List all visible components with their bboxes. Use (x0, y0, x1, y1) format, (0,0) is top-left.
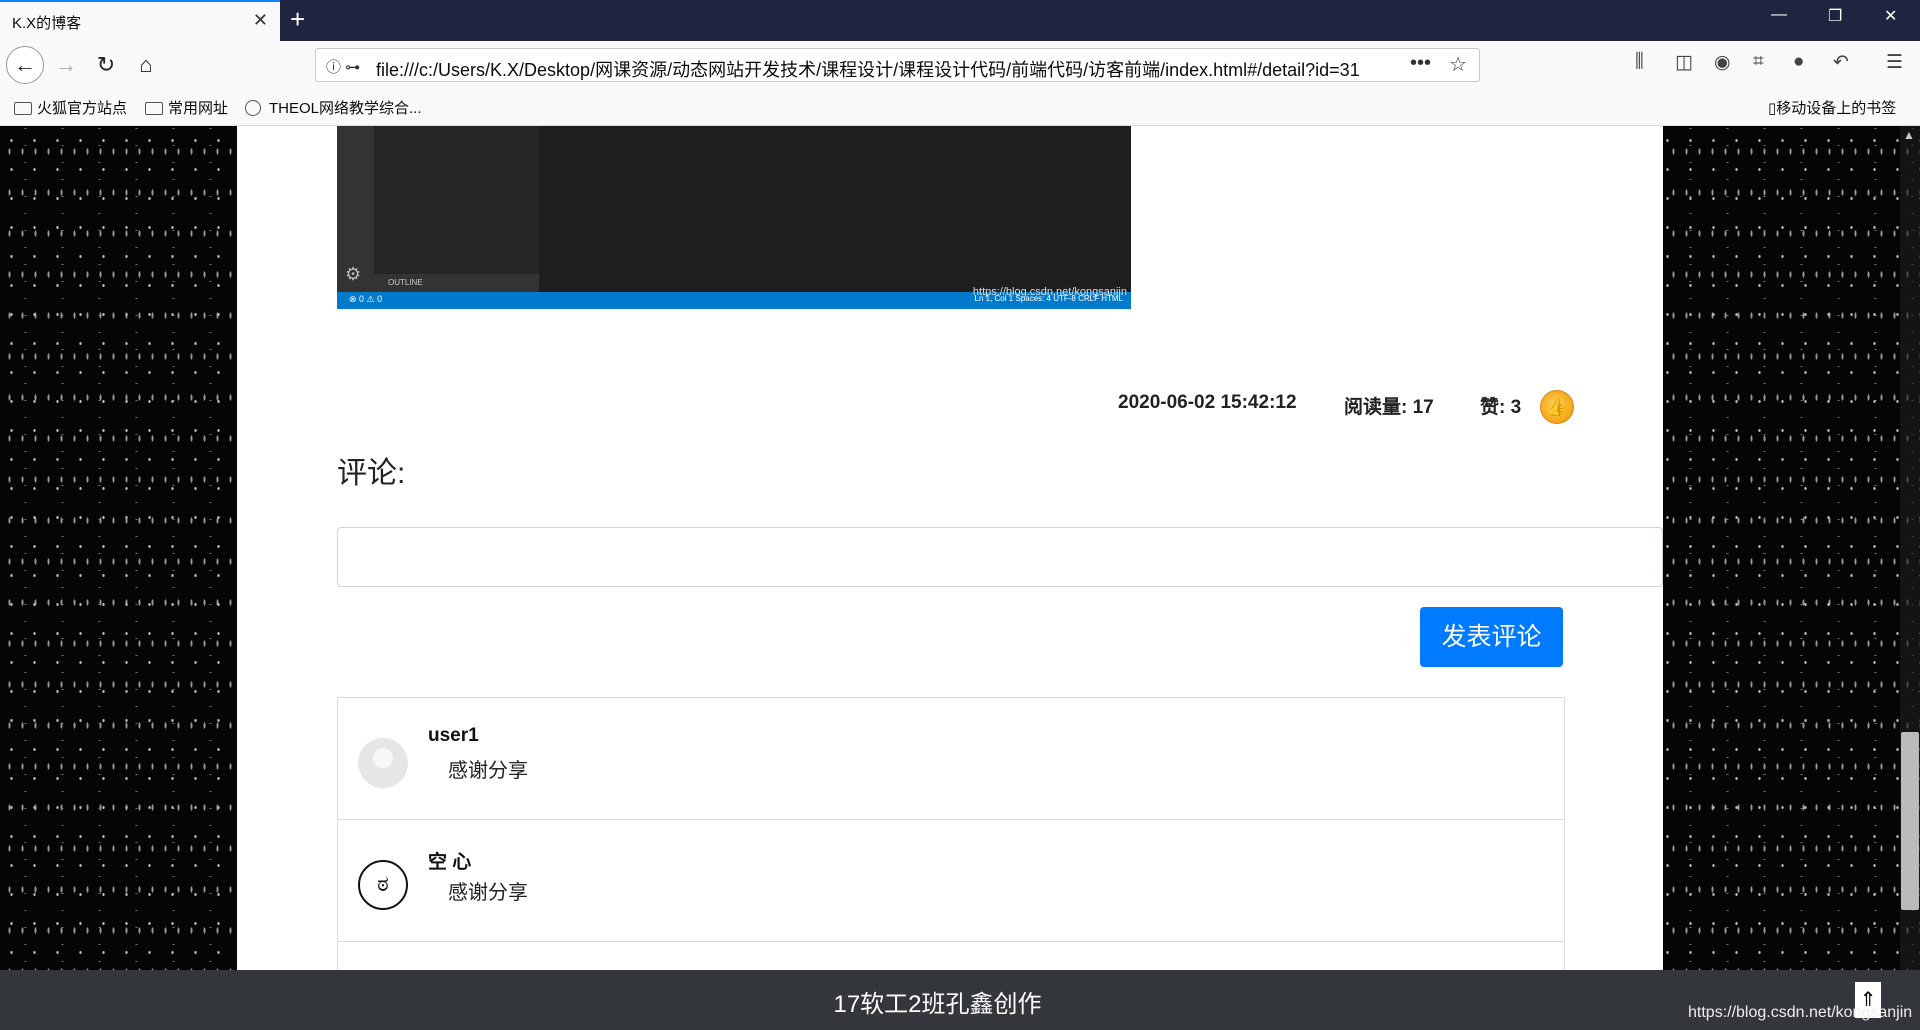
home-icon: ⌂ (139, 52, 153, 77)
mobile-bookmarks[interactable]: ▯移动设备上的书签 (1768, 97, 1896, 118)
comment-list: user1 感谢分享 ಠ 空 心 感谢分享 (337, 697, 1565, 970)
globe-icon (245, 100, 261, 116)
scroll-up-icon[interactable]: ▲ (1903, 128, 1915, 142)
bookmark-link-theol[interactable]: THEOL网络教学综合... (245, 97, 422, 118)
comment-item (338, 942, 1564, 970)
arrow-right-icon: → (55, 52, 77, 77)
outline-label: OUTLINE (374, 274, 539, 292)
comment-item: user1 感谢分享 (338, 698, 1564, 820)
avatar: ಠ (358, 860, 408, 910)
minimize-icon[interactable]: — (1771, 6, 1787, 24)
library-icon[interactable]: ⫼ (1635, 51, 1644, 73)
read-count: 阅读量: 17 (1344, 397, 1434, 418)
menu-icon[interactable]: ☰ (1886, 51, 1903, 74)
navigation-toolbar: ← → ↻ ⌂ ⓘ ⊶ file:///c:/Users/K.X/Desktop… (0, 41, 1920, 88)
article-image: OUTLINE ⚙ ⊗ 0 ⚠ 0 Ln 1, Col 1 Spaces: 4 … (337, 126, 1131, 309)
thumbs-up-icon[interactable]: 👍 (1540, 390, 1574, 424)
submit-comment-button[interactable]: 发表评论 (1420, 607, 1563, 667)
restore-icon[interactable]: ❐ (1828, 6, 1842, 26)
new-tab-button[interactable]: + (290, 4, 305, 34)
home-button[interactable]: ⌂ (130, 49, 162, 81)
site-info-icon[interactable]: ⓘ ⊶ (326, 56, 360, 77)
folder-icon (14, 102, 32, 115)
reload-button[interactable]: ↻ (90, 49, 122, 81)
tab-close-icon[interactable]: ✕ (253, 10, 268, 31)
article-container: OUTLINE ⚙ ⊗ 0 ⚠ 0 Ln 1, Col 1 Spaces: 4 … (237, 126, 1663, 970)
comment-text: 感谢分享 (448, 882, 528, 904)
comment-username: 空 心 (428, 852, 472, 873)
bookmark-folder-2[interactable]: 常用网址 (145, 97, 228, 118)
folder-icon (145, 102, 163, 115)
page-footer: 17软工2班孔鑫创作 ⇑ https://blog.csdn.net/kongs… (0, 970, 1920, 1030)
status-problems: ⊗ 0 ⚠ 0 (349, 294, 383, 304)
sidebar-icon[interactable]: ◫ (1675, 51, 1693, 74)
post-datetime: 2020-06-02 15:42:12 (1118, 392, 1297, 413)
tab-title: K.X的博客 (12, 15, 82, 32)
bookmarks-toolbar: 火狐官方站点 常用网址 THEOL网络教学综合... ▯移动设备上的书签 (0, 88, 1920, 126)
avatar (358, 738, 408, 788)
arrow-left-icon: ← (14, 52, 36, 77)
image-watermark: https://blog.csdn.net/kongsanjin (972, 286, 1127, 298)
browser-tab[interactable]: K.X的博客 ✕ (0, 0, 280, 41)
close-window-icon[interactable]: ✕ (1884, 6, 1897, 26)
address-bar[interactable]: ⓘ ⊶ file:///c:/Users/K.X/Desktop/网课资源/动态… (315, 48, 1480, 82)
footer-text: 17软工2班孔鑫创作 (833, 991, 1042, 1018)
back-button[interactable]: ← (6, 46, 44, 84)
tab-strip: K.X的博客 ✕ + — ❐ ✕ (0, 0, 1920, 41)
csdn-watermark: https://blog.csdn.net/kongsanjin (1688, 1004, 1913, 1021)
comment-input[interactable] (337, 527, 1663, 587)
page-actions-icon[interactable]: ••• (1410, 52, 1431, 75)
page-viewport: OUTLINE ⚙ ⊗ 0 ⚠ 0 Ln 1, Col 1 Spaces: 4 … (0, 126, 1920, 970)
comment-username: user1 (428, 725, 479, 746)
comment-text: 感谢分享 (448, 760, 528, 782)
gear-icon: ⚙ (345, 264, 362, 284)
scrollbar-thumb[interactable] (1901, 732, 1919, 910)
reload-icon: ↻ (96, 52, 116, 77)
forward-button[interactable]: → (50, 49, 82, 81)
comment-item: ಠ 空 心 感谢分享 (338, 820, 1564, 942)
account-icon[interactable]: ◉ (1714, 51, 1731, 74)
bookmark-star-icon[interactable]: ☆ (1449, 52, 1467, 77)
chat-icon[interactable]: ● (1793, 51, 1804, 73)
url-text[interactable]: file:///c:/Users/K.X/Desktop/网课资源/动态网站开发… (376, 56, 1360, 82)
like-count: 赞: 3 (1480, 397, 1522, 418)
comments-heading: 评论: (337, 457, 406, 490)
screenshot-icon[interactable]: ⌗ (1753, 51, 1764, 73)
undo-icon[interactable]: ↶ (1833, 51, 1849, 74)
bookmark-folder-1[interactable]: 火狐官方站点 (14, 97, 127, 118)
explorer-panel (374, 126, 539, 292)
